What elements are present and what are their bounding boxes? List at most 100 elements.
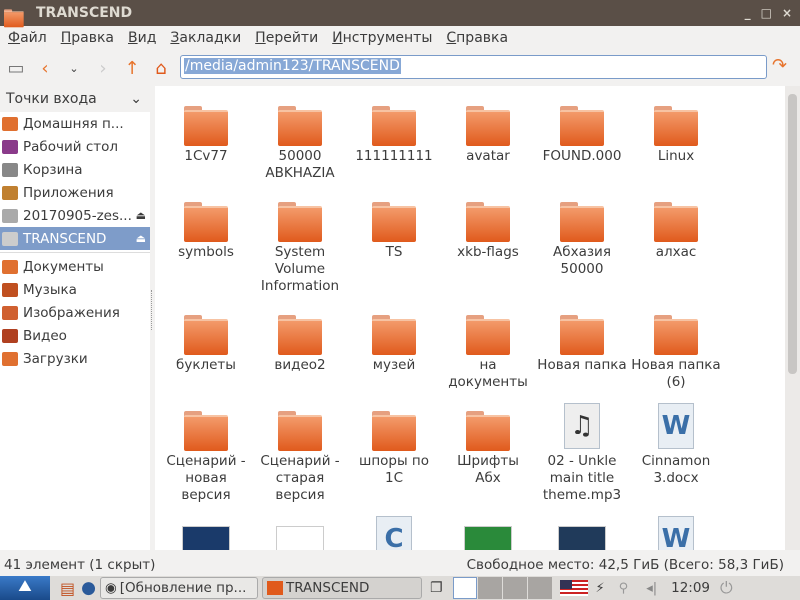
workspace-1[interactable] bbox=[452, 577, 477, 599]
up-button[interactable]: ↑ bbox=[119, 55, 145, 81]
new-tab-button[interactable]: ▭ bbox=[3, 55, 29, 81]
address-bar[interactable]: /media/admin123/TRANSCEND bbox=[180, 55, 767, 79]
folder-icon bbox=[466, 202, 510, 242]
folder-icon bbox=[466, 315, 510, 355]
file-item[interactable]: Шрифты Абх bbox=[441, 401, 535, 504]
file-item[interactable]: Linux bbox=[629, 96, 723, 182]
taskbar-task-transcend[interactable]: TRANSCEND bbox=[261, 577, 422, 599]
sidebar-item-label: Домашняя п... bbox=[23, 115, 124, 132]
file-item[interactable]: System Volume Information bbox=[253, 192, 347, 295]
sidebar-item[interactable]: Изображения bbox=[0, 301, 150, 324]
folder-icon bbox=[466, 411, 510, 451]
sidebar-item[interactable]: Приложения bbox=[0, 181, 150, 204]
sidebar-item[interactable]: Видео bbox=[0, 324, 150, 347]
folder-icon bbox=[266, 581, 283, 595]
folder-icon bbox=[560, 106, 604, 146]
file-item[interactable]: full- bbox=[159, 514, 253, 550]
home-button[interactable]: ⌂ bbox=[148, 55, 174, 81]
file-item[interactable]: xkb-flags bbox=[441, 192, 535, 295]
sidebar-item[interactable]: Домашняя п... bbox=[0, 112, 150, 135]
eject-icon[interactable]: ⏏ bbox=[136, 232, 146, 245]
places-header[interactable]: Точки входа ⌄ bbox=[0, 86, 150, 112]
maximize-button[interactable]: □ bbox=[761, 6, 772, 20]
file-name: шпоры по 1С bbox=[358, 453, 430, 486]
file-item[interactable]: 1Cv77 bbox=[159, 96, 253, 182]
back-button[interactable]: ‹ bbox=[32, 55, 58, 81]
file-item[interactable]: Ctj bbox=[347, 514, 441, 550]
file-item[interactable]: музей bbox=[347, 305, 441, 391]
go-button[interactable]: ↷ bbox=[772, 55, 787, 76]
keyboard-layout-flag-icon[interactable] bbox=[559, 580, 588, 596]
browser-launcher-icon[interactable]: ● bbox=[81, 578, 96, 598]
minimize-button[interactable]: _ bbox=[745, 6, 751, 20]
file-item[interactable]: symbols bbox=[159, 192, 253, 295]
folder-icon bbox=[278, 202, 322, 242]
chevron-down-icon[interactable]: ⌄ bbox=[130, 91, 142, 107]
power-button-icon[interactable]: ⏻ bbox=[720, 578, 733, 598]
workspace-4[interactable] bbox=[527, 577, 552, 599]
menu-item[interactable]: Перейти bbox=[251, 30, 322, 46]
power-plug-icon[interactable]: ⚡ bbox=[596, 581, 605, 596]
file-item[interactable]: IP на bbox=[253, 514, 347, 550]
close-button[interactable]: × bbox=[782, 6, 792, 20]
sidebar-item[interactable]: Загрузки bbox=[0, 347, 150, 370]
start-menu-icon[interactable]: ⛰ bbox=[0, 576, 50, 600]
sidebar-item[interactable]: Корзина bbox=[0, 158, 150, 181]
workspace-2[interactable] bbox=[477, 577, 502, 599]
folder-icon bbox=[278, 106, 322, 146]
places-label: Точки входа bbox=[6, 91, 97, 107]
menu-item[interactable]: Инструменты bbox=[328, 30, 436, 46]
file-item[interactable]: на документы bbox=[441, 305, 535, 391]
sidebar: Точки входа ⌄ Домашняя п... Рабочий стол Ко… bbox=[0, 86, 150, 550]
scrollbar-thumb[interactable] bbox=[788, 94, 797, 374]
menu-item[interactable]: Справка bbox=[442, 30, 512, 46]
file-item[interactable]: ♫ 02 - Unkle main title theme.mp3 bbox=[535, 401, 629, 504]
file-item[interactable]: avatar bbox=[441, 96, 535, 182]
vertical-scrollbar[interactable] bbox=[785, 86, 800, 550]
sidebar-item-label: Загрузки bbox=[23, 350, 88, 367]
forward-button[interactable]: › bbox=[90, 55, 116, 81]
sidebar-item[interactable]: Документы bbox=[0, 255, 150, 278]
folder-icon bbox=[372, 411, 416, 451]
menu-item[interactable]: Файл bbox=[4, 30, 51, 46]
file-name: Новая папка (6) bbox=[631, 357, 721, 390]
pane-resize-handle[interactable] bbox=[151, 290, 154, 330]
workspace-3[interactable] bbox=[502, 577, 527, 599]
eject-icon[interactable]: ⏏ bbox=[136, 209, 146, 222]
volume-icon[interactable]: ◂| bbox=[646, 581, 657, 596]
file-item[interactable]: tj.png bbox=[441, 514, 535, 550]
file-name: TS bbox=[385, 244, 403, 260]
file-item[interactable]: буклеты bbox=[159, 305, 253, 391]
file-manager-launcher-icon[interactable]: ▤ bbox=[60, 579, 75, 598]
history-dropdown-button[interactable]: ⌄ bbox=[61, 55, 87, 81]
network-icon[interactable]: ⚲ bbox=[619, 581, 629, 596]
file-item[interactable]: Новая папка (6) bbox=[629, 305, 723, 391]
file-item[interactable]: видео2 bbox=[253, 305, 347, 391]
file-item[interactable]: алхас bbox=[629, 192, 723, 295]
sidebar-item[interactable]: Рабочий стол bbox=[0, 135, 150, 158]
place-icon bbox=[2, 139, 18, 154]
file-item[interactable]: TS bbox=[347, 192, 441, 295]
file-item[interactable]: Сценарий - старая версия bbox=[253, 401, 347, 504]
file-item[interactable]: 111111111 bbox=[347, 96, 441, 182]
menu-item[interactable]: Закладки bbox=[166, 30, 245, 46]
menu-item[interactable]: Вид bbox=[124, 30, 160, 46]
file-item[interactable]: шпоры по 1С bbox=[347, 401, 441, 504]
folder-icon bbox=[278, 315, 322, 355]
taskbar-task-update[interactable]: ◉ [Обновление пр... bbox=[99, 577, 258, 599]
clock[interactable]: 12:09 bbox=[671, 580, 710, 596]
file-name: музей bbox=[372, 357, 416, 373]
file-item[interactable]: 50000 ABKHAZIA bbox=[253, 96, 347, 182]
file-item[interactable]: W Cinnamon 3.docx bbox=[629, 401, 723, 504]
file-item[interactable]: FOUND.000 bbox=[535, 96, 629, 182]
file-item[interactable]: Wallpaper 桌 bbox=[535, 514, 629, 550]
file-item[interactable]: WWindows 10 bbox=[629, 514, 723, 550]
sidebar-item[interactable]: Музыка bbox=[0, 278, 150, 301]
file-item[interactable]: Сценарий - новая версия bbox=[159, 401, 253, 504]
file-item[interactable]: Абхазия 50000 bbox=[535, 192, 629, 295]
show-desktop-icon[interactable]: ❐ bbox=[430, 580, 443, 596]
sidebar-item[interactable]: 20170905-zes... ⏏ bbox=[0, 204, 150, 227]
menu-item[interactable]: Правка bbox=[57, 30, 118, 46]
sidebar-item[interactable]: TRANSCEND ⏏ bbox=[0, 227, 150, 250]
file-item[interactable]: Новая папка bbox=[535, 305, 629, 391]
